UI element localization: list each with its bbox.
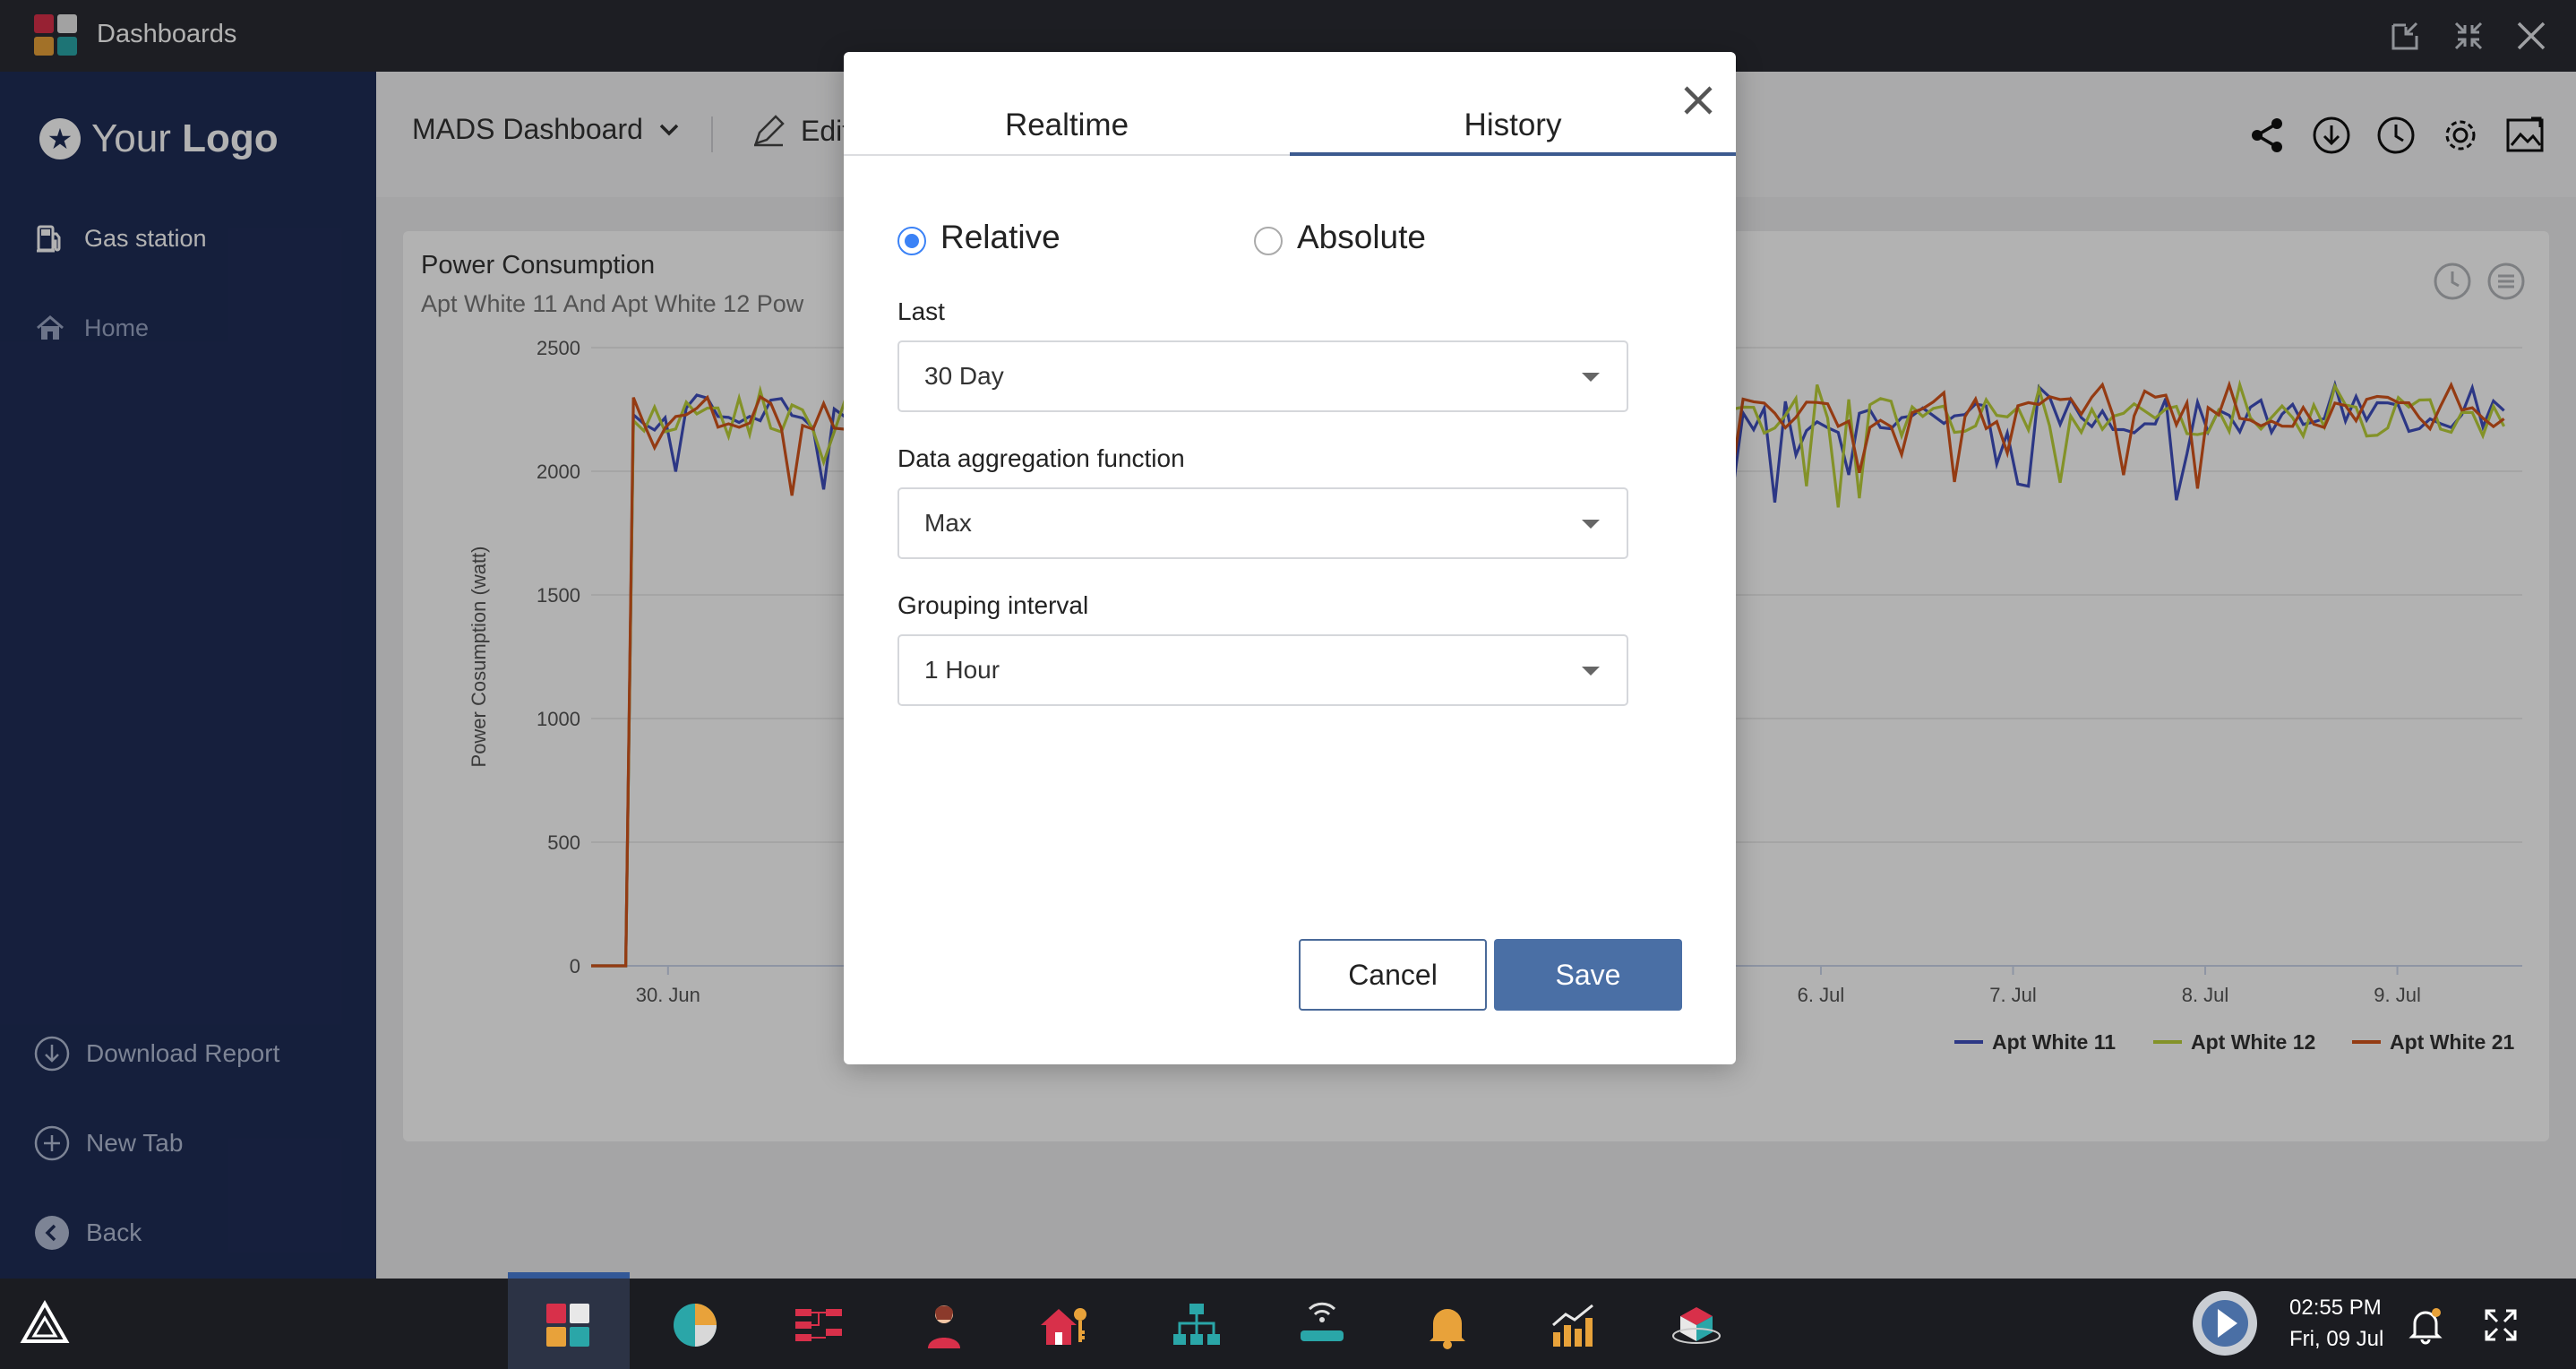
- last-label: Last: [897, 297, 945, 325]
- hierarchy-task-icon[interactable]: [1170, 1298, 1224, 1352]
- aggregation-label: Data aggregation function: [897, 444, 1185, 472]
- close-icon[interactable]: [1673, 75, 1723, 125]
- tab-realtime[interactable]: Realtime: [844, 108, 1290, 143]
- tab-history[interactable]: History: [1290, 108, 1736, 143]
- last-select[interactable]: 30 Day: [897, 340, 1628, 412]
- dropdown-caret-icon: [1582, 667, 1600, 676]
- dashboards-task-icon[interactable]: [541, 1298, 595, 1352]
- save-button[interactable]: Save: [1494, 939, 1682, 1011]
- last-select-value: 30 Day: [924, 362, 1004, 390]
- fullscreen-icon[interactable]: [2481, 1305, 2520, 1345]
- flow-task-icon[interactable]: [792, 1298, 846, 1352]
- radio-relative[interactable]: Relative: [897, 219, 1060, 256]
- home-key-task-icon[interactable]: [1037, 1298, 1091, 1352]
- notification-bell-icon[interactable]: [2406, 1305, 2445, 1345]
- router-task-icon[interactable]: [1295, 1298, 1349, 1352]
- cancel-button[interactable]: Cancel: [1299, 939, 1487, 1011]
- pie-chart-task-icon[interactable]: [668, 1298, 722, 1352]
- active-tab-indicator: [1290, 152, 1736, 156]
- taskbar-time: 02:55 PM: [2289, 1296, 2382, 1320]
- cube-task-icon[interactable]: [1670, 1298, 1723, 1352]
- aggregation-select-value: Max: [924, 509, 972, 537]
- grouping-select-value: 1 Hour: [924, 656, 1000, 684]
- time-range-dialog: Realtime History Relative Absolute Last …: [844, 52, 1736, 1064]
- radio-absolute[interactable]: Absolute: [1254, 219, 1426, 256]
- user-avatar-icon[interactable]: [2191, 1289, 2259, 1357]
- radio-absolute-indicator[interactable]: [1254, 227, 1283, 255]
- dropdown-caret-icon: [1582, 373, 1600, 382]
- radio-relative-indicator[interactable]: [897, 227, 926, 255]
- trend-chart-task-icon[interactable]: [1546, 1298, 1600, 1352]
- dropdown-caret-icon: [1582, 520, 1600, 529]
- taskbar-date: Fri, 09 Jul: [2289, 1327, 2384, 1351]
- user-task-icon[interactable]: [917, 1298, 971, 1352]
- grouping-select[interactable]: 1 Hour: [897, 634, 1628, 706]
- bell-task-icon[interactable]: [1421, 1298, 1474, 1352]
- grouping-label: Grouping interval: [897, 591, 1089, 619]
- radio-relative-label: Relative: [940, 219, 1060, 255]
- aggregation-select[interactable]: Max: [897, 487, 1628, 559]
- radio-absolute-label: Absolute: [1297, 219, 1426, 255]
